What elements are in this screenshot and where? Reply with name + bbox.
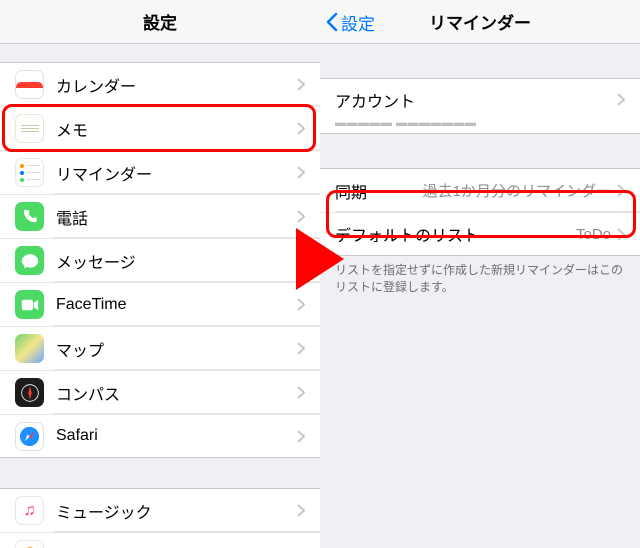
back-label: 設定 bbox=[341, 10, 375, 35]
facetime-icon bbox=[15, 290, 44, 319]
calendar-icon bbox=[15, 70, 44, 99]
row-value: 過去1か月分のリマインダー bbox=[423, 180, 611, 201]
settings-row-phone[interactable]: 電話 bbox=[0, 194, 320, 238]
row-label: メモ bbox=[56, 117, 297, 141]
settings-row-facetime[interactable]: FaceTime bbox=[0, 282, 320, 326]
row-label: 写真とカメラ bbox=[56, 543, 297, 548]
reminders-icon bbox=[15, 158, 44, 187]
chevron-right-icon bbox=[297, 166, 305, 179]
chevron-right-icon bbox=[297, 122, 305, 135]
chevron-right-icon bbox=[617, 93, 625, 106]
maps-icon bbox=[15, 334, 44, 363]
settings-row-notes[interactable]: メモ bbox=[0, 106, 320, 150]
settings-panel: 設定 カレンダー メモ リマインダー 電話 メッセージ bbox=[0, 0, 320, 548]
row-label: カレンダー bbox=[56, 73, 297, 97]
settings-row-compass[interactable]: コンパス bbox=[0, 370, 320, 414]
row-label: 同期 bbox=[335, 179, 423, 203]
row-value: ToDo bbox=[576, 226, 611, 243]
chevron-right-icon bbox=[297, 78, 305, 91]
row-default-list[interactable]: デフォルトのリスト ToDo bbox=[320, 212, 640, 256]
row-label: FaceTime bbox=[56, 296, 297, 314]
row-label: マップ bbox=[56, 337, 297, 361]
row-account[interactable]: アカウント ▬▬▬▬▬ ▬▬▬▬▬▬▬ bbox=[320, 78, 640, 134]
footer-note: リストを指定せずに作成した新規リマインダーはこのリストに登録します。 bbox=[320, 256, 640, 296]
row-label: コンパス bbox=[56, 381, 297, 405]
compass-icon bbox=[15, 378, 44, 407]
page-title: 設定 bbox=[143, 9, 177, 34]
navbar-left: 設定 bbox=[0, 0, 320, 44]
navbar-right: 設定 リマインダー bbox=[320, 0, 640, 44]
settings-row-reminders[interactable]: リマインダー bbox=[0, 150, 320, 194]
settings-row-photos[interactable]: 写真とカメラ bbox=[0, 532, 320, 548]
account-subtext: ▬▬▬▬▬ ▬▬▬▬▬▬▬ bbox=[335, 117, 477, 129]
settings-row-messages[interactable]: メッセージ bbox=[0, 238, 320, 282]
chevron-right-icon bbox=[297, 210, 305, 223]
row-label: 電話 bbox=[56, 205, 297, 229]
chevron-right-icon bbox=[297, 342, 305, 355]
row-label: アカウント bbox=[335, 88, 617, 112]
chevron-right-icon bbox=[617, 228, 625, 241]
settings-row-safari[interactable]: Safari bbox=[0, 414, 320, 458]
photos-icon bbox=[15, 540, 44, 548]
chevron-right-icon bbox=[297, 386, 305, 399]
row-label: メッセージ bbox=[56, 249, 297, 273]
back-button[interactable]: 設定 bbox=[326, 0, 375, 44]
page-title: リマインダー bbox=[429, 9, 531, 34]
settings-row-maps[interactable]: マップ bbox=[0, 326, 320, 370]
reminders-settings-panel: 設定 リマインダー アカウント ▬▬▬▬▬ ▬▬▬▬▬▬▬ 同期 過去1か月分の… bbox=[320, 0, 640, 548]
row-label: ミュージック bbox=[56, 499, 297, 523]
row-label: リマインダー bbox=[56, 161, 297, 185]
music-icon: ♫ bbox=[15, 496, 44, 525]
row-label: Safari bbox=[56, 427, 297, 445]
chevron-left-icon bbox=[326, 12, 338, 32]
phone-icon bbox=[15, 202, 44, 231]
chevron-right-icon bbox=[297, 254, 305, 267]
chevron-right-icon bbox=[297, 298, 305, 311]
row-label: デフォルトのリスト bbox=[335, 222, 576, 246]
chevron-right-icon bbox=[297, 504, 305, 517]
notes-icon bbox=[15, 114, 44, 143]
safari-icon bbox=[15, 422, 44, 451]
settings-row-calendar[interactable]: カレンダー bbox=[0, 62, 320, 106]
messages-icon bbox=[15, 246, 44, 275]
settings-row-music[interactable]: ♫ ミュージック bbox=[0, 488, 320, 532]
row-sync[interactable]: 同期 過去1か月分のリマインダー bbox=[320, 168, 640, 212]
chevron-right-icon bbox=[297, 430, 305, 443]
chevron-right-icon bbox=[617, 184, 625, 197]
